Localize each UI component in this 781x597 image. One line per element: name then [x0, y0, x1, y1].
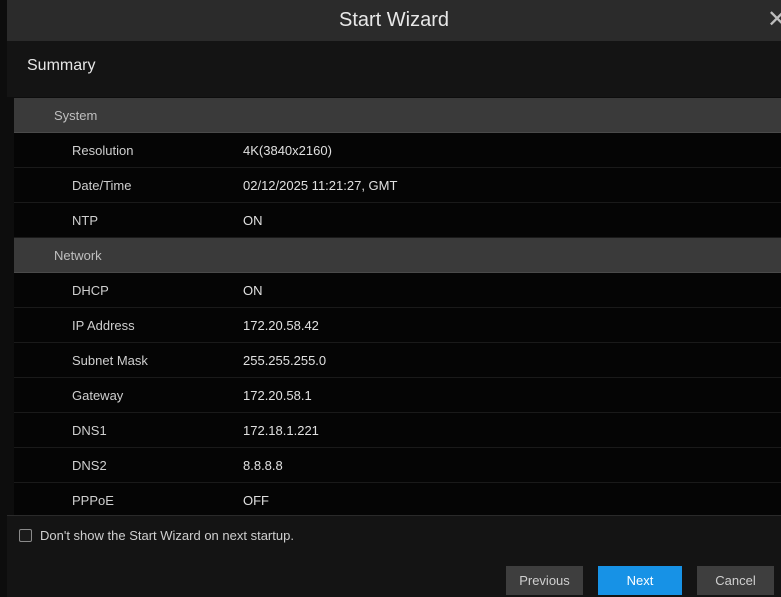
table-row: Subnet Mask 255.255.255.0 [14, 343, 781, 378]
next-button[interactable]: Next [598, 566, 682, 595]
row-key: DHCP [72, 282, 109, 298]
row-value: ON [243, 212, 263, 228]
table-row: Gateway 172.20.58.1 [14, 378, 781, 413]
row-key: Resolution [72, 142, 134, 158]
table-row: DNS2 8.8.8.8 [14, 448, 781, 483]
row-value: 8.8.8.8 [243, 457, 283, 473]
table-row: PPPoE OFF [14, 483, 781, 518]
row-value: 172.20.58.42 [243, 317, 319, 333]
summary-table: System Resolution 4K(3840x2160) Date/Tim… [14, 98, 781, 518]
row-value: 255.255.255.0 [243, 352, 327, 368]
wizard-title: Start Wizard [338, 9, 450, 31]
table-row: NTP ON [14, 203, 781, 238]
wizard-titlebar: Start Wizard ✕ [7, 0, 781, 41]
wizard-footer: Don't show the Start Wizard on next star… [7, 515, 781, 597]
checkbox-box[interactable] [19, 529, 32, 542]
row-value: 02/12/2025 11:21:27, GMT [243, 177, 398, 193]
row-value: 172.18.1.221 [243, 422, 319, 438]
previous-button[interactable]: Previous [506, 566, 583, 595]
row-key: Date/Time [72, 177, 132, 193]
section-label: System [54, 107, 98, 123]
checkbox-label: Don't show the Start Wizard on next star… [40, 528, 294, 543]
table-row: IP Address 172.20.58.42 [14, 308, 781, 343]
dont-show-checkbox[interactable]: Don't show the Start Wizard on next star… [19, 528, 294, 543]
row-value: OFF [243, 492, 269, 508]
section-header-system: System [14, 98, 781, 133]
summary-title: Summary [27, 57, 96, 74]
table-row: DNS1 172.18.1.221 [14, 413, 781, 448]
row-value: 172.20.58.1 [243, 387, 312, 403]
close-icon[interactable]: ✕ [767, 6, 781, 34]
row-key: PPPoE [72, 492, 114, 508]
table-row: Date/Time 02/12/2025 11:21:27, GMT [14, 168, 781, 203]
table-row: Resolution 4K(3840x2160) [14, 133, 781, 168]
row-key: Subnet Mask [72, 352, 148, 368]
row-key: DNS1 [72, 422, 107, 438]
summary-header: Summary [7, 41, 781, 97]
row-key: NTP [72, 212, 98, 228]
row-key: DNS2 [72, 457, 107, 473]
table-row: DHCP ON [14, 273, 781, 308]
row-key: IP Address [72, 317, 135, 333]
cancel-button[interactable]: Cancel [697, 566, 774, 595]
row-key: Gateway [72, 387, 124, 403]
row-value: 4K(3840x2160) [243, 142, 332, 158]
row-value: ON [243, 282, 263, 298]
section-header-network: Network [14, 238, 781, 273]
section-label: Network [54, 247, 102, 263]
